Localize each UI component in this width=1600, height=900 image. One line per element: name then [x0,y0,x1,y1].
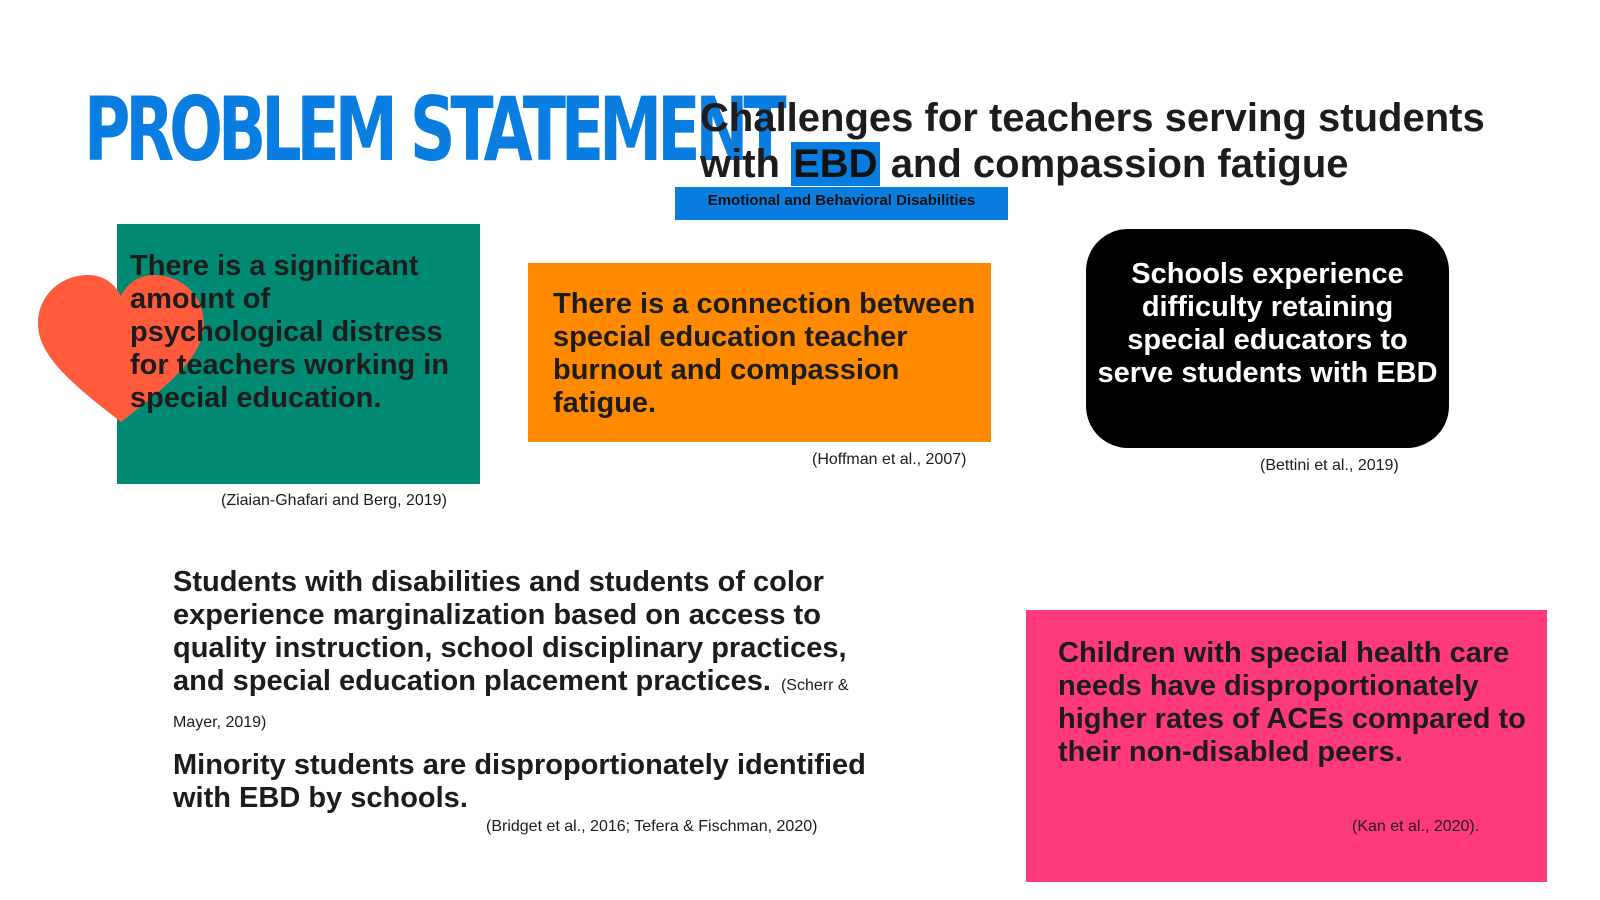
page-subtitle: Challenges for teachers serving students… [700,95,1500,187]
minority-paragraph: Minority students are disproportionately… [173,749,866,814]
black-card-citation: (Bettini et al., 2019) [1260,457,1399,474]
orange-card-text: There is a connection between special ed… [553,288,976,419]
pink-card-citation: (Kan et al., 2020). [1352,818,1480,835]
green-card-citation: (Ziaian-Ghafari and Berg, 2019) [221,492,447,509]
pink-card-text: Children with special health care needs … [1058,637,1526,768]
page-title: PROBLEM STATEMENT [84,78,787,181]
subtitle-rest: and compassion fatigue [890,142,1349,186]
subtitle-with: with [700,142,780,186]
marginalization-text: Students with disabilities and students … [173,566,847,697]
ebd-highlight: EBD [791,142,880,186]
marginalization-paragraph: Students with disabilities and students … [173,566,873,739]
ebd-definition-label: Emotional and Behavioral Disabilities [675,187,1008,220]
black-card-text: Schools experience difficulty retaining … [1097,258,1438,389]
minority-citation: (Bridget et al., 2016; Tefera & Fischman… [486,818,818,835]
subtitle-line1: Challenges for teachers serving students [700,96,1485,140]
green-card-text: There is a significant amount of psychol… [130,250,450,414]
orange-card-citation: (Hoffman et al., 2007) [812,451,967,468]
